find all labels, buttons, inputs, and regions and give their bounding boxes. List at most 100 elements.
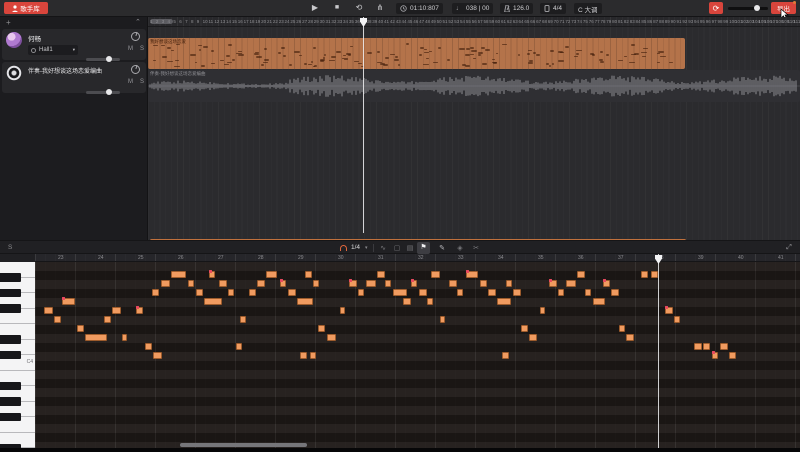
mute-button[interactable]: M	[128, 46, 133, 52]
midi-note[interactable]	[694, 343, 702, 350]
midi-note[interactable]	[593, 298, 605, 305]
black-key[interactable]	[0, 397, 21, 406]
solo-button[interactable]: S	[140, 46, 144, 52]
piano-roll-playhead[interactable]	[658, 254, 659, 448]
vocal-midi-clip[interactable]: 我好想谈这场恋爱	[148, 38, 685, 69]
snap-magnet-icon[interactable]	[340, 245, 347, 251]
snap-value[interactable]: 1/4	[351, 244, 360, 251]
midi-note[interactable]	[457, 289, 463, 296]
midi-note[interactable]	[626, 334, 634, 341]
sync-button[interactable]: ⟳	[709, 2, 723, 14]
pan-knob[interactable]	[131, 65, 140, 74]
midi-note[interactable]	[577, 271, 585, 278]
midi-note[interactable]	[104, 316, 111, 323]
midi-note[interactable]	[566, 280, 576, 287]
midi-note[interactable]	[558, 289, 564, 296]
midi-note[interactable]	[403, 298, 411, 305]
midi-note[interactable]	[161, 280, 170, 287]
midi-note[interactable]	[300, 352, 307, 359]
pan-knob[interactable]	[131, 32, 140, 41]
master-volume-slider[interactable]	[728, 7, 768, 10]
midi-note[interactable]	[288, 289, 296, 296]
midi-note[interactable]	[188, 280, 194, 287]
midi-note[interactable]	[377, 271, 385, 278]
midi-note[interactable]	[529, 334, 537, 341]
time-display-chip[interactable]: 01:10:807	[396, 3, 443, 14]
stop-button[interactable]: ■	[331, 2, 343, 14]
midi-note[interactable]	[466, 271, 478, 278]
pitch-curve-tool[interactable]: ∿	[377, 244, 389, 252]
select-tool-active[interactable]: ⚑	[417, 242, 430, 254]
midi-note[interactable]	[313, 280, 319, 287]
s-label[interactable]: S	[8, 244, 12, 251]
singer-avatar[interactable]	[6, 32, 22, 48]
piano-keyboard[interactable]: C4	[0, 262, 35, 448]
midi-note[interactable]	[411, 280, 417, 287]
midi-note[interactable]	[318, 325, 325, 332]
midi-note[interactable]	[449, 280, 457, 287]
track-row-audio[interactable]: 伴奏-我好想谈这场恋爱编曲 M S	[2, 62, 146, 93]
scissors-tool[interactable]: ✂	[470, 244, 482, 252]
midi-note[interactable]	[145, 343, 152, 350]
midi-note[interactable]	[506, 280, 512, 287]
expand-editor-icon[interactable]: ⤢	[783, 244, 795, 252]
eraser-tool[interactable]: ◈	[454, 244, 466, 252]
track-volume-slider[interactable]	[86, 58, 120, 61]
midi-note[interactable]	[112, 307, 121, 314]
midi-note[interactable]	[219, 280, 227, 287]
midi-note[interactable]	[540, 307, 545, 314]
export-button[interactable]: 导出	[771, 2, 796, 14]
midi-note[interactable]	[196, 289, 203, 296]
mute-button[interactable]: M	[128, 79, 133, 85]
singer-library-button[interactable]: 歌手库	[4, 2, 48, 14]
midi-note[interactable]	[327, 334, 336, 341]
pencil-tool[interactable]: ✎	[436, 244, 448, 252]
midi-note[interactable]	[280, 280, 286, 287]
midi-note[interactable]	[85, 334, 107, 341]
midi-note[interactable]	[310, 352, 316, 359]
midi-note[interactable]	[549, 280, 557, 287]
marquee-tool[interactable]: ▢	[391, 244, 403, 252]
midi-note[interactable]	[611, 289, 619, 296]
midi-note[interactable]	[651, 271, 658, 278]
arrangement-area[interactable]: 1234567891011121314151617181920212223242…	[148, 17, 800, 240]
midi-note[interactable]	[44, 307, 53, 314]
black-key[interactable]	[0, 289, 21, 298]
add-track-button[interactable]: +	[6, 18, 11, 27]
piano-roll-ruler[interactable]: 23242526272829303132333435363738394041	[35, 254, 800, 262]
midi-note[interactable]	[257, 280, 265, 287]
piano-roll-scrollbar[interactable]	[180, 443, 307, 447]
midi-note[interactable]	[240, 316, 246, 323]
midi-note[interactable]	[440, 316, 445, 323]
midi-note[interactable]	[171, 271, 186, 278]
midi-note[interactable]	[209, 271, 215, 278]
track-volume-slider[interactable]	[86, 91, 120, 94]
midi-note[interactable]	[521, 325, 528, 332]
midi-note[interactable]	[585, 289, 591, 296]
audio-clip[interactable]: 伴奏-我好想谈这场恋爱编曲	[148, 70, 800, 102]
midi-note[interactable]	[153, 352, 162, 359]
time-signature-chip[interactable]: 4/4	[540, 3, 566, 14]
snap-caret-icon[interactable]: ▾	[365, 245, 368, 251]
layers-tool[interactable]: ▤	[404, 244, 416, 252]
midi-note[interactable]	[431, 271, 440, 278]
midi-note[interactable]	[385, 280, 391, 287]
track-row-vocal[interactable]: 何畅 Hall1 ▾ M S	[2, 29, 146, 60]
preset-dropdown[interactable]: Hall1 ▾	[28, 45, 78, 55]
midi-note[interactable]	[236, 343, 242, 350]
midi-note[interactable]	[77, 325, 84, 332]
midi-note[interactable]	[513, 289, 521, 296]
bpm-chip[interactable]: 126.0	[500, 3, 533, 14]
midi-note[interactable]	[349, 280, 357, 287]
play-button[interactable]: ▶	[309, 2, 321, 14]
arrangement-grid[interactable]: 我好想谈这场恋爱 伴奏-我好想谈这场恋爱编曲	[148, 27, 800, 240]
track-volume-thumb[interactable]	[106, 89, 112, 95]
midi-note[interactable]	[393, 289, 407, 296]
loop-button[interactable]: ⟲	[353, 2, 365, 14]
black-key[interactable]	[0, 351, 21, 360]
black-key[interactable]	[0, 413, 21, 422]
midi-note[interactable]	[54, 316, 61, 323]
midi-note[interactable]	[619, 325, 625, 332]
midi-note[interactable]	[204, 298, 222, 305]
midi-note[interactable]	[427, 298, 433, 305]
